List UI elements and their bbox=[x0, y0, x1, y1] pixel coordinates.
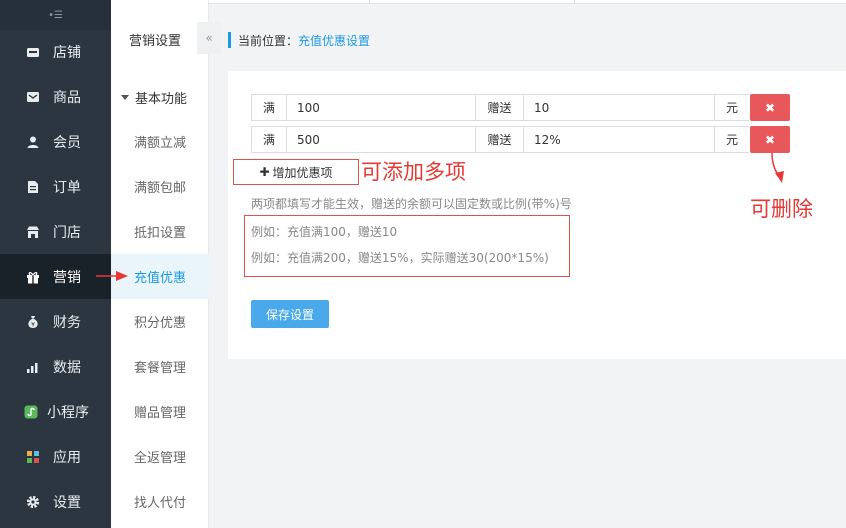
arrow-to-delete bbox=[771, 152, 784, 183]
arrow-to-submenu bbox=[96, 271, 128, 281]
annotation-arrows bbox=[96, 152, 784, 281]
collapse-submenu-button[interactable]: « bbox=[197, 22, 221, 54]
double-chevron-left-icon: « bbox=[205, 31, 213, 45]
